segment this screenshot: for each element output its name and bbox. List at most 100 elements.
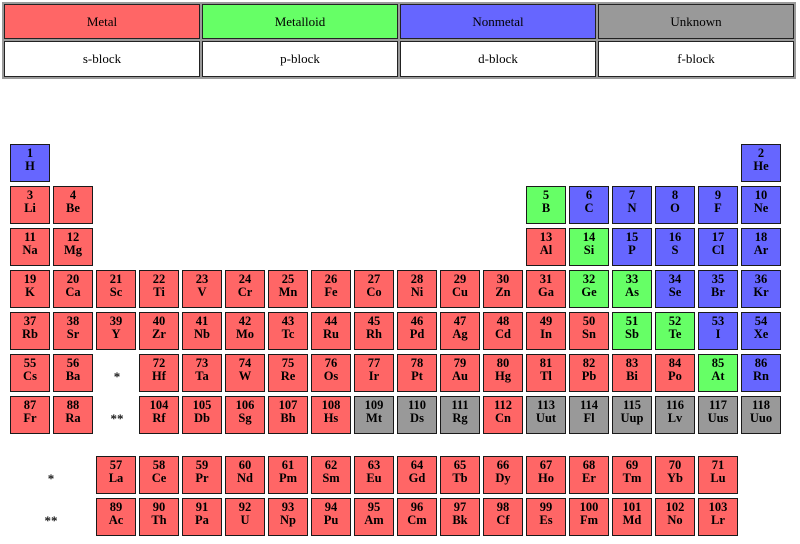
element-cell-Ca[interactable]: 20 Ca: [53, 270, 93, 308]
element-cell-U[interactable]: 92 U: [225, 498, 265, 536]
element-cell-B[interactable]: 5B: [526, 186, 566, 224]
element-cell-F[interactable]: 9F: [698, 186, 738, 224]
element-cell-Am[interactable]: 95 Am: [354, 498, 394, 536]
element-cell-He[interactable]: 2 He: [741, 144, 781, 182]
element-cell-Nd[interactable]: 60 Nd: [225, 456, 265, 494]
element-cell-Pt[interactable]: 78 Pt: [397, 354, 437, 392]
element-cell-Sr[interactable]: 38 Sr: [53, 312, 93, 350]
element-cell-Se[interactable]: 34 Se: [655, 270, 695, 308]
element-cell-Ac[interactable]: 89 Ac: [96, 498, 136, 536]
element-cell-Rh[interactable]: 45 Rh: [354, 312, 394, 350]
element-cell-Ag[interactable]: 47 Ag: [440, 312, 480, 350]
element-cell-Sc[interactable]: 21 Sc: [96, 270, 136, 308]
element-cell-Co[interactable]: 27 Co: [354, 270, 394, 308]
element-cell-Ar[interactable]: 18 Ar: [741, 228, 781, 266]
element-cell-Tc[interactable]: 43 Tc: [268, 312, 308, 350]
element-cell-Ir[interactable]: 77 Ir: [354, 354, 394, 392]
element-cell-Mo[interactable]: 42 Mo: [225, 312, 265, 350]
element-cell-Na[interactable]: 11 Na: [10, 228, 50, 266]
element-cell-Ta[interactable]: 73 Ta: [182, 354, 222, 392]
element-cell-Mn[interactable]: 25 Mn: [268, 270, 308, 308]
element-cell-Xe[interactable]: 54 Xe: [741, 312, 781, 350]
element-cell-Ba[interactable]: 56 Ba: [53, 354, 93, 392]
element-cell-P[interactable]: 15 P: [612, 228, 652, 266]
element-cell-Bk[interactable]: 97 Bk: [440, 498, 480, 536]
element-cell-Fl[interactable]: 114 Fl: [569, 396, 609, 434]
element-cell-Fm[interactable]: 100 Fm: [569, 498, 609, 536]
element-cell-Cr[interactable]: 24 Cr: [225, 270, 265, 308]
element-cell-Sg[interactable]: 106 Sg: [225, 396, 265, 434]
element-cell-Lr[interactable]: 103 Lr: [698, 498, 738, 536]
element-cell-Er[interactable]: 68 Er: [569, 456, 609, 494]
element-cell-Ra[interactable]: 88 Ra: [53, 396, 93, 434]
element-cell-Pr[interactable]: 59 Pr: [182, 456, 222, 494]
element-cell-Os[interactable]: 76 Os: [311, 354, 351, 392]
element-cell-Sn[interactable]: 50 Sn: [569, 312, 609, 350]
element-cell-Br[interactable]: 35 Br: [698, 270, 738, 308]
element-cell-Sm[interactable]: 62 Sm: [311, 456, 351, 494]
element-cell-Cf[interactable]: 98 Cf: [483, 498, 523, 536]
element-cell-Pm[interactable]: 61 Pm: [268, 456, 308, 494]
element-cell-Eu[interactable]: 63 Eu: [354, 456, 394, 494]
element-cell-Rb[interactable]: 37 Rb: [10, 312, 50, 350]
element-cell-Lu[interactable]: 71 Lu: [698, 456, 738, 494]
element-cell-Lv[interactable]: 116 Lv: [655, 396, 695, 434]
element-cell-C[interactable]: 6C: [569, 186, 609, 224]
element-cell-Ga[interactable]: 31 Ga: [526, 270, 566, 308]
element-cell-Zr[interactable]: 40 Zr: [139, 312, 179, 350]
element-cell-Tm[interactable]: 69 Tm: [612, 456, 652, 494]
element-cell-Cs[interactable]: 55 Cs: [10, 354, 50, 392]
element-cell-Pb[interactable]: 82 Pb: [569, 354, 609, 392]
element-cell-No[interactable]: 102 No: [655, 498, 695, 536]
element-cell-Np[interactable]: 93 Np: [268, 498, 308, 536]
element-cell-Hs[interactable]: 108 Hs: [311, 396, 351, 434]
element-cell-Sb[interactable]: 51 Sb: [612, 312, 652, 350]
element-cell-S[interactable]: 16 S: [655, 228, 695, 266]
element-cell-Yb[interactable]: 70 Yb: [655, 456, 695, 494]
element-cell-Pd[interactable]: 46 Pd: [397, 312, 437, 350]
element-cell-V[interactable]: 23 V: [182, 270, 222, 308]
element-cell-Ni[interactable]: 28 Ni: [397, 270, 437, 308]
element-cell-Cl[interactable]: 17 Cl: [698, 228, 738, 266]
element-cell-Ds[interactable]: 110 Ds: [397, 396, 437, 434]
element-cell-Ge[interactable]: 32 Ge: [569, 270, 609, 308]
element-cell-Fe[interactable]: 26 Fe: [311, 270, 351, 308]
element-cell-K[interactable]: 19 K: [10, 270, 50, 308]
element-cell-Si[interactable]: 14 Si: [569, 228, 609, 266]
element-cell-Rn[interactable]: 86 Rn: [741, 354, 781, 392]
element-cell-O[interactable]: 8O: [655, 186, 695, 224]
element-cell-Rf[interactable]: 104 Rf: [139, 396, 179, 434]
element-cell-Hf[interactable]: 72 Hf: [139, 354, 179, 392]
element-cell-Cm[interactable]: 96 Cm: [397, 498, 437, 536]
element-cell-N[interactable]: 7N: [612, 186, 652, 224]
element-cell-Hg[interactable]: 80 Hg: [483, 354, 523, 392]
element-cell-At[interactable]: 85 At: [698, 354, 738, 392]
element-cell-La[interactable]: 57 La: [96, 456, 136, 494]
element-cell-Tb[interactable]: 65 Tb: [440, 456, 480, 494]
element-cell-Uup[interactable]: 115 Uup: [612, 396, 652, 434]
element-cell-Ce[interactable]: 58 Ce: [139, 456, 179, 494]
element-cell-Li[interactable]: 3 Li: [10, 186, 50, 224]
element-cell-In[interactable]: 49 In: [526, 312, 566, 350]
element-cell-Y[interactable]: 39 Y: [96, 312, 136, 350]
element-cell-Kr[interactable]: 36 Kr: [741, 270, 781, 308]
element-cell-Al[interactable]: 13 Al: [526, 228, 566, 266]
element-cell-Uut[interactable]: 113 Uut: [526, 396, 566, 434]
element-cell-Mg[interactable]: 12 Mg: [53, 228, 93, 266]
element-cell-Cd[interactable]: 48 Cd: [483, 312, 523, 350]
element-cell-Dy[interactable]: 66 Dy: [483, 456, 523, 494]
element-cell-Cn[interactable]: 112 Cn: [483, 396, 523, 434]
element-cell-Ti[interactable]: 22 Ti: [139, 270, 179, 308]
element-cell-W[interactable]: 74 W: [225, 354, 265, 392]
element-cell-Db[interactable]: 105 Db: [182, 396, 222, 434]
element-cell-Mt[interactable]: 109 Mt: [354, 396, 394, 434]
element-cell-Po[interactable]: 84 Po: [655, 354, 695, 392]
element-cell-Md[interactable]: 101 Md: [612, 498, 652, 536]
element-cell-Te[interactable]: 52 Te: [655, 312, 695, 350]
element-cell-Gd[interactable]: 64 Gd: [397, 456, 437, 494]
element-cell-Nb[interactable]: 41 Nb: [182, 312, 222, 350]
element-cell-H[interactable]: 1H: [10, 144, 50, 182]
element-cell-Au[interactable]: 79 Au: [440, 354, 480, 392]
element-cell-Bh[interactable]: 107 Bh: [268, 396, 308, 434]
element-cell-Bi[interactable]: 83 Bi: [612, 354, 652, 392]
